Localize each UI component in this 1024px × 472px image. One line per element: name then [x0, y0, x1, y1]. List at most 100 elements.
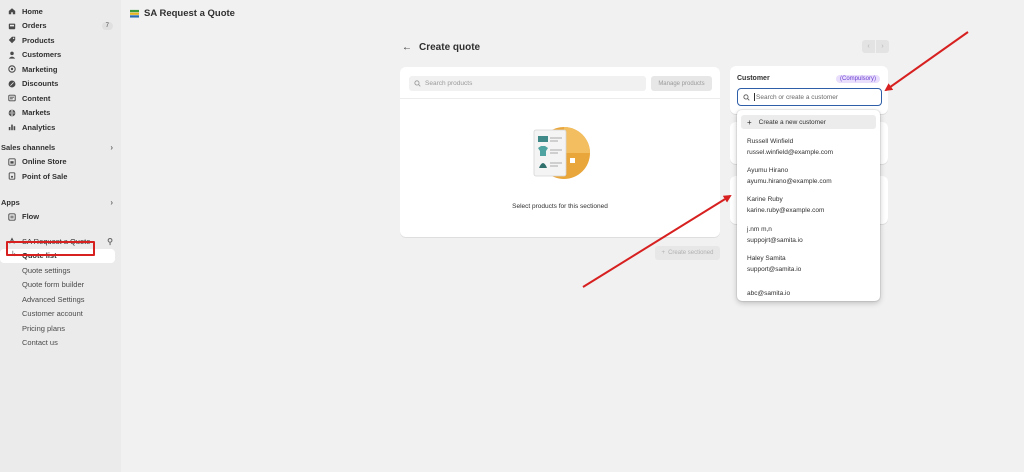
sidebar-subitem-label: Quote form builder — [22, 280, 85, 290]
sidebar-item-discounts[interactable]: Discounts — [0, 77, 121, 92]
sidebar-item-online-store[interactable]: Online Store — [0, 155, 121, 170]
sidebar-subitem-label: Customer account — [22, 309, 83, 319]
home-icon — [8, 7, 16, 15]
customer-option[interactable]: Haley Samita support@samita.io — [737, 249, 880, 278]
sidebar-subitem-label: Pricing plans — [22, 323, 65, 333]
person-icon — [8, 51, 16, 59]
manage-products-label: Manage products — [658, 80, 705, 87]
customer-option-email: suppojrt@samita.io — [747, 236, 803, 244]
sidebar-subitem-quote-settings[interactable]: Quote settings — [0, 263, 121, 278]
back-arrow-icon[interactable]: ← — [402, 42, 412, 53]
sidebar-item-label: Customers — [22, 50, 62, 60]
customer-option-list: Russell Winfield russel.winfield@example… — [737, 132, 880, 308]
target-icon — [8, 65, 16, 73]
sidebar: Home Orders 7 Products Customers Marketi… — [0, 0, 121, 472]
chevron-left-icon: ‹ — [867, 43, 870, 50]
discount-icon — [8, 80, 16, 88]
orders-count-badge: 7 — [101, 21, 113, 30]
prev-page-button[interactable]: ‹ — [862, 40, 875, 53]
create-new-customer-option[interactable]: + Create a new customer — [741, 115, 876, 129]
page-title: Create quote — [419, 42, 481, 53]
customer-option-name: Ayumu Hirano — [747, 166, 789, 174]
customer-option-email: abc@samita.io — [747, 289, 791, 297]
text-caret — [754, 93, 755, 101]
sidebar-item-label: Analytics — [22, 122, 56, 132]
globe-icon — [8, 109, 16, 117]
customer-search-placeholder: Search or create a customer — [756, 93, 839, 101]
customer-option-email: support@samita.io — [747, 265, 802, 273]
customer-option[interactable]: Ayumu Hirano ayumu.hirano@example.com — [737, 161, 880, 190]
sidebar-item-label: Products — [22, 35, 55, 45]
sidebar-item-customers[interactable]: Customers — [0, 48, 121, 63]
create-button-label: Create sectioned — [668, 250, 714, 256]
sidebar-subitem-label: Quote settings — [22, 265, 71, 275]
sales-channels-label: Sales channels — [1, 143, 56, 152]
sidebar-item-products[interactable]: Products — [0, 33, 121, 48]
pin-icon[interactable]: ⚲ — [107, 237, 113, 246]
empty-products-illustration — [533, 127, 590, 179]
customer-search-input[interactable]: Search or create a customer — [737, 88, 882, 106]
search-icon — [414, 80, 421, 87]
customer-option[interactable]: abc@samita.io — [737, 278, 880, 307]
sidebar-subitem-label: Contact us — [22, 338, 58, 348]
app-header: SA Request a Quote — [130, 8, 235, 19]
customer-option-name: Haley Samita — [747, 254, 786, 262]
search-icon — [743, 93, 750, 101]
sidebar-subitem-contact-us[interactable]: Contact us — [0, 336, 121, 351]
sidebar-subitem-pricing-plans[interactable]: Pricing plans — [0, 321, 121, 336]
sidebar-item-analytics[interactable]: Analytics — [0, 120, 121, 135]
chevron-right-icon: › — [110, 143, 113, 152]
customer-option[interactable]: j.nm m,n suppojrt@samita.io — [737, 220, 880, 249]
sidebar-item-label: Markets — [22, 108, 51, 118]
sidebar-item-label: Flow — [22, 212, 40, 222]
sidebar-subitem-quote-form-builder[interactable]: Quote form builder — [0, 278, 121, 293]
sidebar-subitem-advanced-settings[interactable]: Advanced Settings — [0, 292, 121, 307]
apps-heading[interactable]: Apps › — [0, 196, 121, 210]
customer-option[interactable]: Karine Ruby karine.ruby@example.com — [737, 191, 880, 220]
customer-option[interactable]: Russell Winfield russel.winfield@example… — [737, 132, 880, 161]
sidebar-item-marketing[interactable]: Marketing — [0, 62, 121, 77]
app-logo-icon — [130, 9, 139, 18]
create-button[interactable]: + Create sectioned — [655, 246, 720, 260]
sidebar-item-label: Marketing — [22, 64, 58, 74]
sidebar-item-content[interactable]: Content — [0, 91, 121, 106]
sidebar-item-point-of-sale[interactable]: Point of Sale — [0, 169, 121, 184]
customer-option-email: karine.ruby@example.com — [747, 207, 825, 215]
pager: ‹ › — [862, 40, 889, 53]
quote-list-highlight-box — [6, 241, 95, 256]
manage-products-button[interactable]: Manage products — [651, 76, 712, 91]
sidebar-item-label: Orders — [22, 21, 47, 31]
app-title: SA Request a Quote — [144, 8, 235, 19]
next-page-button[interactable]: › — [876, 40, 889, 53]
sidebar-item-label: Content — [22, 93, 51, 103]
products-card: Search products Manage products Select p… — [400, 67, 720, 237]
sidebar-subitem-customer-account[interactable]: Customer account — [0, 307, 121, 322]
sidebar-item-label: Discounts — [22, 79, 59, 89]
chart-icon — [8, 123, 16, 131]
page-title-bar: ← Create quote — [402, 42, 480, 53]
customer-option-name: Karine Ruby — [747, 196, 783, 204]
plus-icon: + — [661, 250, 666, 256]
empty-products-text: Select products for this sectioned — [512, 203, 608, 210]
sidebar-subitem-label: Advanced Settings — [22, 294, 85, 304]
plus-icon: + — [747, 117, 752, 127]
compulsory-badge: (Compulsory) — [836, 75, 881, 83]
sidebar-item-orders[interactable]: Orders 7 — [0, 19, 121, 34]
sidebar-item-home[interactable]: Home — [0, 4, 121, 19]
annotation-arrow — [884, 31, 969, 92]
divider — [400, 98, 720, 99]
flow-icon — [8, 213, 16, 221]
orders-icon — [8, 22, 16, 30]
search-products-placeholder: Search products — [425, 80, 473, 87]
chevron-right-icon: › — [110, 198, 113, 207]
tag-icon — [8, 36, 16, 44]
pos-icon — [8, 172, 16, 180]
sidebar-item-label: Online Store — [22, 157, 67, 167]
customer-dropdown: + Create a new customer Russell Winfield… — [737, 110, 880, 301]
sidebar-item-flow[interactable]: Flow — [0, 210, 121, 225]
sidebar-item-label: Home — [22, 6, 43, 16]
sales-channels-heading[interactable]: Sales channels › — [0, 141, 121, 155]
search-products-input[interactable]: Search products — [409, 76, 646, 91]
apps-label: Apps — [1, 198, 20, 207]
sidebar-item-markets[interactable]: Markets — [0, 106, 121, 121]
